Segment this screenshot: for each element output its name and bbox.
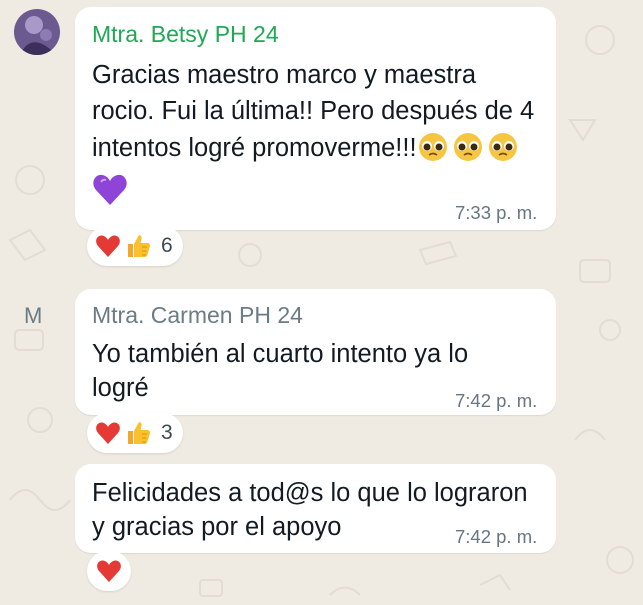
message-text-segment: intentos logré promoverme!!!	[92, 134, 417, 162]
red-heart-icon	[96, 422, 120, 444]
message-time: 7:42 p. m.	[455, 390, 538, 411]
reactions-pill[interactable]: 6	[87, 226, 183, 266]
reactions-pill[interactable]: 3	[87, 413, 183, 453]
reaction-count: 3	[161, 421, 173, 444]
reactions-pill[interactable]	[87, 551, 131, 591]
sender-avatar-initial[interactable]: M	[24, 303, 42, 329]
message-text-line: intentos logré promoverme!!!	[92, 130, 518, 173]
red-heart-icon	[97, 560, 121, 582]
sender-name[interactable]: Mtra. Betsy PH 24	[92, 20, 279, 48]
reaction-count: 6	[161, 234, 173, 257]
pleading-face-icon	[418, 131, 518, 173]
purple-heart-icon	[92, 173, 128, 212]
message-text-line: y gracias por el apoyo	[92, 513, 342, 541]
message-text-line: rocio. Fui la última!! Pero después de 4	[92, 97, 535, 125]
thumbs-up-icon	[128, 422, 151, 444]
sender-avatar[interactable]	[14, 9, 60, 55]
red-heart-icon	[96, 235, 120, 257]
sender-name[interactable]: Mtra. Carmen PH 24	[92, 301, 303, 329]
thumbs-up-icon	[128, 235, 151, 257]
message-time: 7:42 p. m.	[455, 526, 538, 547]
message-text-line: Felicidades a tod@s lo que lo lograron	[92, 479, 528, 507]
message-text-line: logré	[92, 374, 149, 402]
message-bubble[interactable]: Felicidades a tod@s lo que lo lograron y…	[75, 464, 556, 553]
message-bubble[interactable]: Mtra. Betsy PH 24 Gracias maestro marco …	[75, 7, 556, 230]
message-text-line: Gracias maestro marco y maestra	[92, 61, 477, 89]
avatar-photo-icon	[14, 9, 60, 55]
message-text-line: Yo también al cuarto intento ya lo	[92, 340, 469, 368]
message-time: 7:33 p. m.	[455, 202, 538, 223]
message-bubble[interactable]: Mtra. Carmen PH 24 Yo también al cuarto …	[75, 289, 556, 415]
